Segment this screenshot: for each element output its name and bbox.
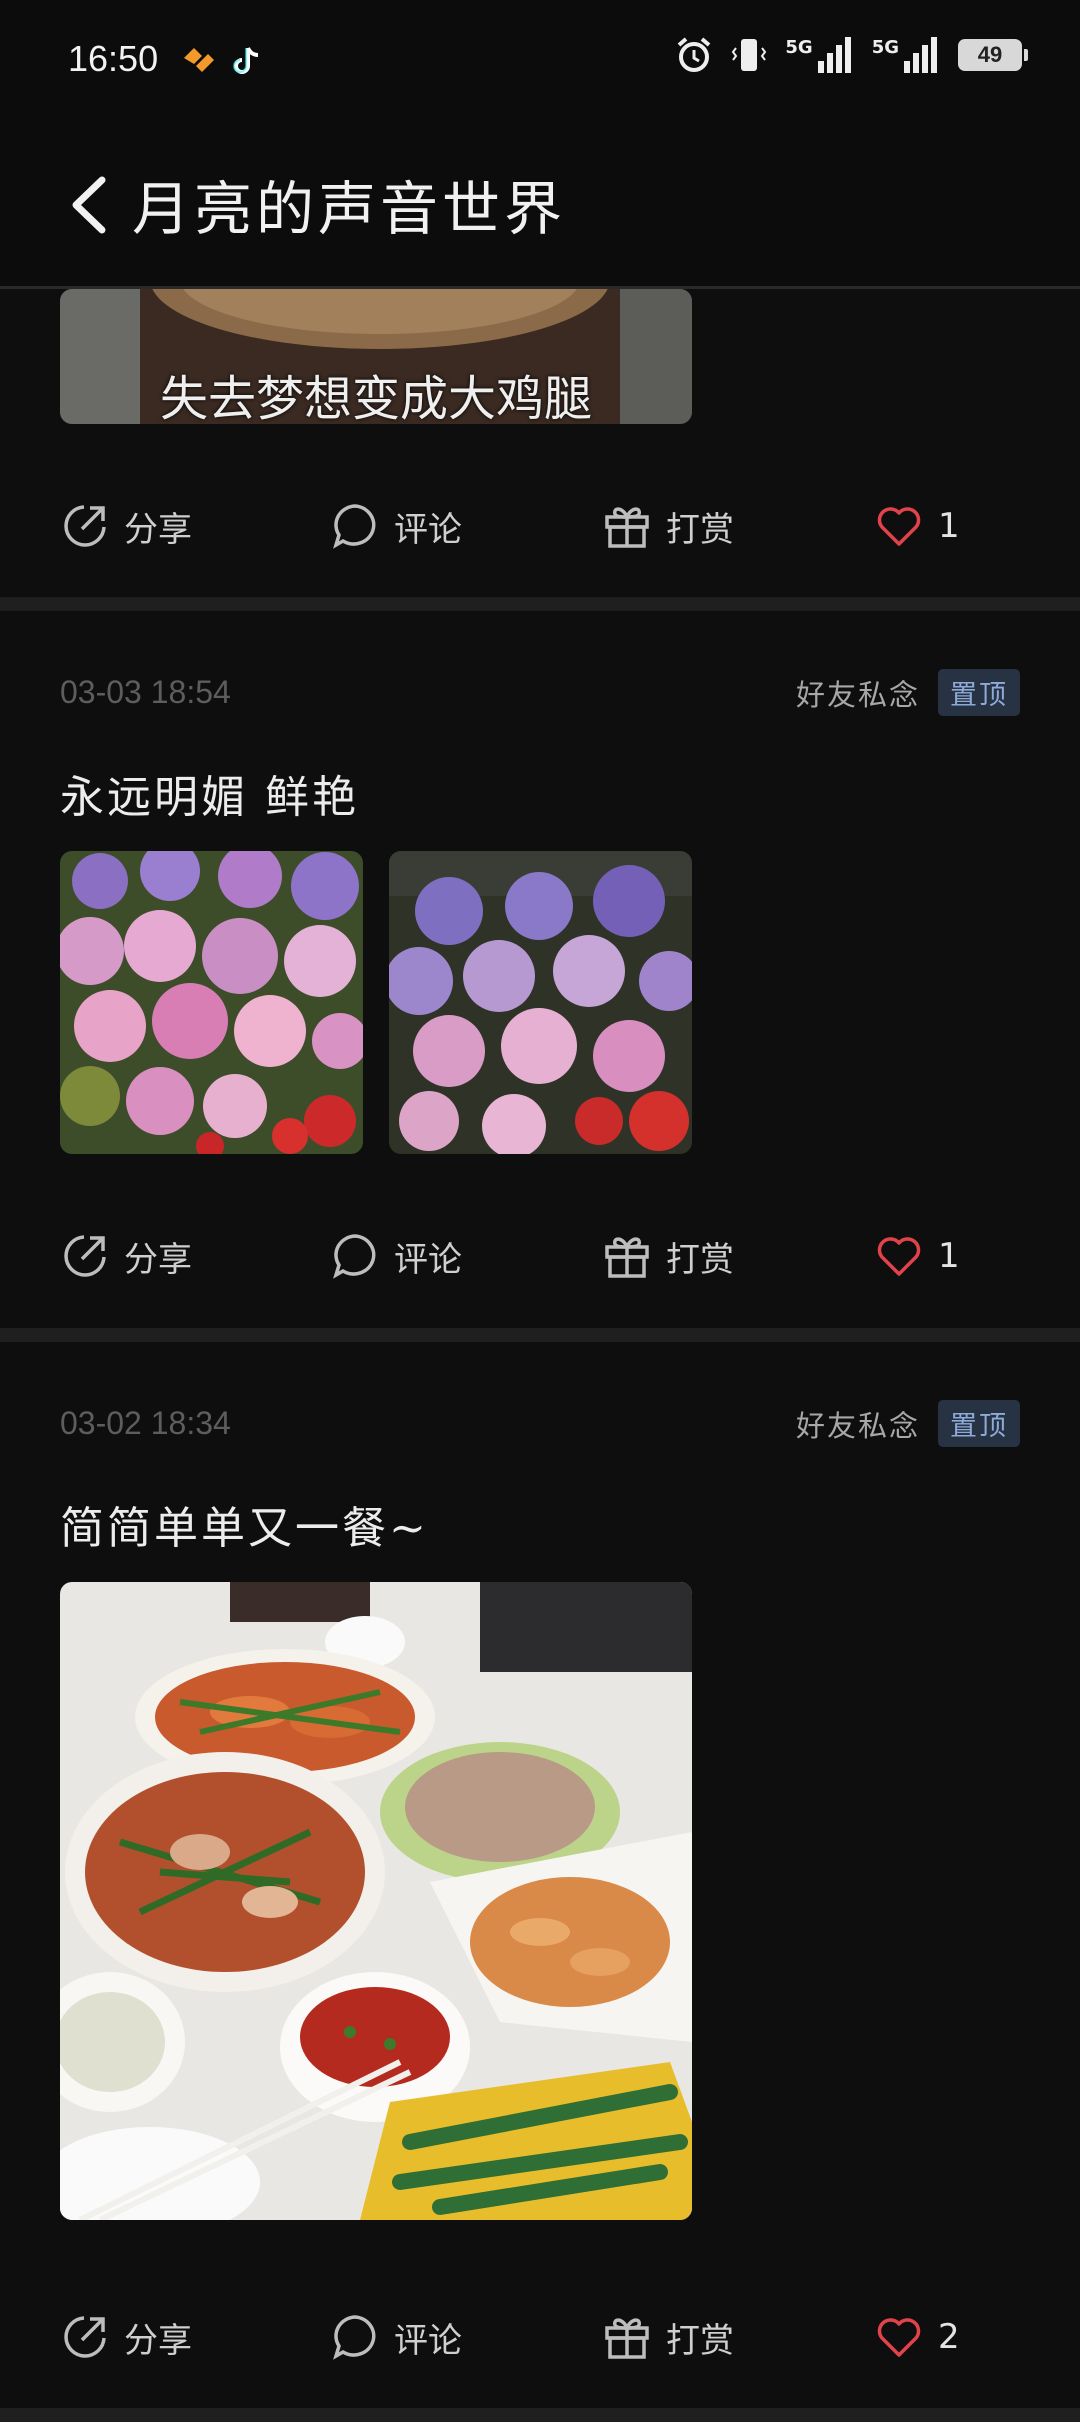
post-image[interactable]: 失去梦想变成大鸡腿	[60, 289, 692, 424]
network-label: 5G	[871, 37, 899, 58]
post-divider	[0, 597, 1080, 611]
reward-button[interactable]: 打赏	[602, 491, 734, 561]
post-card: 失去梦想变成大鸡腿 分享 评论 打赏 1	[0, 289, 1080, 597]
battery-icon: 49	[958, 39, 1028, 71]
share-icon	[64, 1235, 106, 1277]
comment-icon	[333, 2315, 376, 2360]
post-image[interactable]	[389, 851, 692, 1154]
network-label: 5G	[785, 37, 813, 58]
comment-label: 评论	[394, 2320, 462, 2361]
comment-icon	[333, 1234, 376, 1279]
post-date: 03-02 18:34	[60, 1405, 231, 1441]
comment-button[interactable]: 评论	[330, 491, 462, 561]
share-button[interactable]: 分享	[60, 491, 192, 561]
post-actions: 分享 评论 打赏 1	[0, 491, 1080, 561]
post-actions: 分享 评论 打赏 2	[0, 2302, 1080, 2372]
share-button[interactable]: 分享	[60, 2302, 192, 2372]
pinned-badge: 置顶	[938, 669, 1020, 716]
post-date: 03-03 18:54	[60, 674, 231, 710]
comment-label: 评论	[394, 1239, 462, 1280]
vibrate-icon	[732, 39, 767, 71]
post-divider	[0, 1328, 1080, 1342]
status-time: 16:50	[68, 38, 159, 79]
share-label: 分享	[124, 2320, 192, 2361]
like-button[interactable]: 2	[874, 2302, 960, 2372]
like-count: 1	[938, 506, 960, 546]
post-meta: 好友私念 置顶	[796, 669, 1020, 716]
reward-button[interactable]: 打赏	[602, 2302, 734, 2372]
heart-icon	[877, 1237, 921, 1276]
tiktok-icon	[233, 47, 259, 74]
post-image[interactable]	[60, 851, 363, 1154]
post-image[interactable]	[60, 1582, 692, 2220]
reward-button[interactable]: 打赏	[602, 1221, 734, 1291]
app-notification-icon	[184, 48, 214, 72]
share-icon	[64, 505, 106, 547]
comment-icon	[333, 504, 376, 549]
pinned-badge: 置顶	[938, 1400, 1020, 1447]
share-icon	[64, 2316, 106, 2358]
post-card: 03-02 18:34 好友私念 置顶 简简单单又一餐~ 分享 评论 打赏 2	[0, 1342, 1080, 2408]
food-photo	[60, 1582, 692, 2220]
chevron-left-icon	[72, 176, 106, 234]
reward-label: 打赏	[666, 2320, 734, 2361]
back-button[interactable]	[60, 170, 120, 240]
post-actions: 分享 评论 打赏 1	[0, 1221, 1080, 1291]
heart-icon	[877, 2318, 921, 2357]
post-card: 03-03 18:54 好友私念 置顶 永远明媚 鲜艳 分享 评论 打赏 1	[0, 611, 1080, 1328]
header-bar: 月亮的声音世界	[0, 120, 1080, 289]
signal-sim2: 5G	[872, 37, 940, 73]
share-button[interactable]: 分享	[60, 1221, 192, 1291]
heart-icon	[877, 507, 921, 546]
like-count: 2	[938, 2317, 960, 2357]
gift-icon	[605, 507, 649, 548]
reward-label: 打赏	[666, 509, 734, 550]
feed-list: 失去梦想变成大鸡腿 分享 评论 打赏 1 03-03 18:54 好友私念 置顶…	[0, 289, 1080, 2422]
page-title: 月亮的声音世界	[132, 175, 567, 243]
share-label: 分享	[124, 509, 192, 550]
reward-label: 打赏	[666, 1239, 734, 1280]
status-right: 5G 5G 49	[675, 36, 1028, 74]
post-title: 简简单单又一餐~	[60, 1503, 429, 1554]
comment-button[interactable]: 评论	[330, 2302, 462, 2372]
signal-bars-icon	[817, 37, 851, 73]
comment-label: 评论	[394, 509, 462, 550]
alarm-icon	[678, 37, 711, 72]
like-button[interactable]: 1	[874, 1221, 960, 1291]
like-button[interactable]: 1	[874, 491, 960, 561]
privacy-label: 好友私念	[795, 1408, 920, 1443]
post-title: 永远明媚 鲜艳	[60, 772, 359, 823]
post-meta: 好友私念 置顶	[796, 1400, 1020, 1447]
image-caption: 失去梦想变成大鸡腿	[159, 371, 592, 424]
flower-photo	[60, 851, 363, 1154]
gift-icon	[605, 2318, 649, 2359]
like-count: 1	[938, 1236, 960, 1276]
post-divider	[0, 2408, 1080, 2422]
privacy-label: 好友私念	[795, 677, 920, 712]
signal-bars-icon	[904, 37, 937, 73]
flower-photo	[389, 851, 692, 1154]
signal-sim1: 5G	[785, 37, 853, 73]
gift-icon	[605, 1237, 649, 1278]
comment-button[interactable]: 评论	[330, 1221, 462, 1291]
status-app-icons	[180, 44, 262, 78]
share-label: 分享	[124, 1239, 192, 1280]
status-bar: 16:50 5G 5G 49	[0, 0, 1080, 120]
